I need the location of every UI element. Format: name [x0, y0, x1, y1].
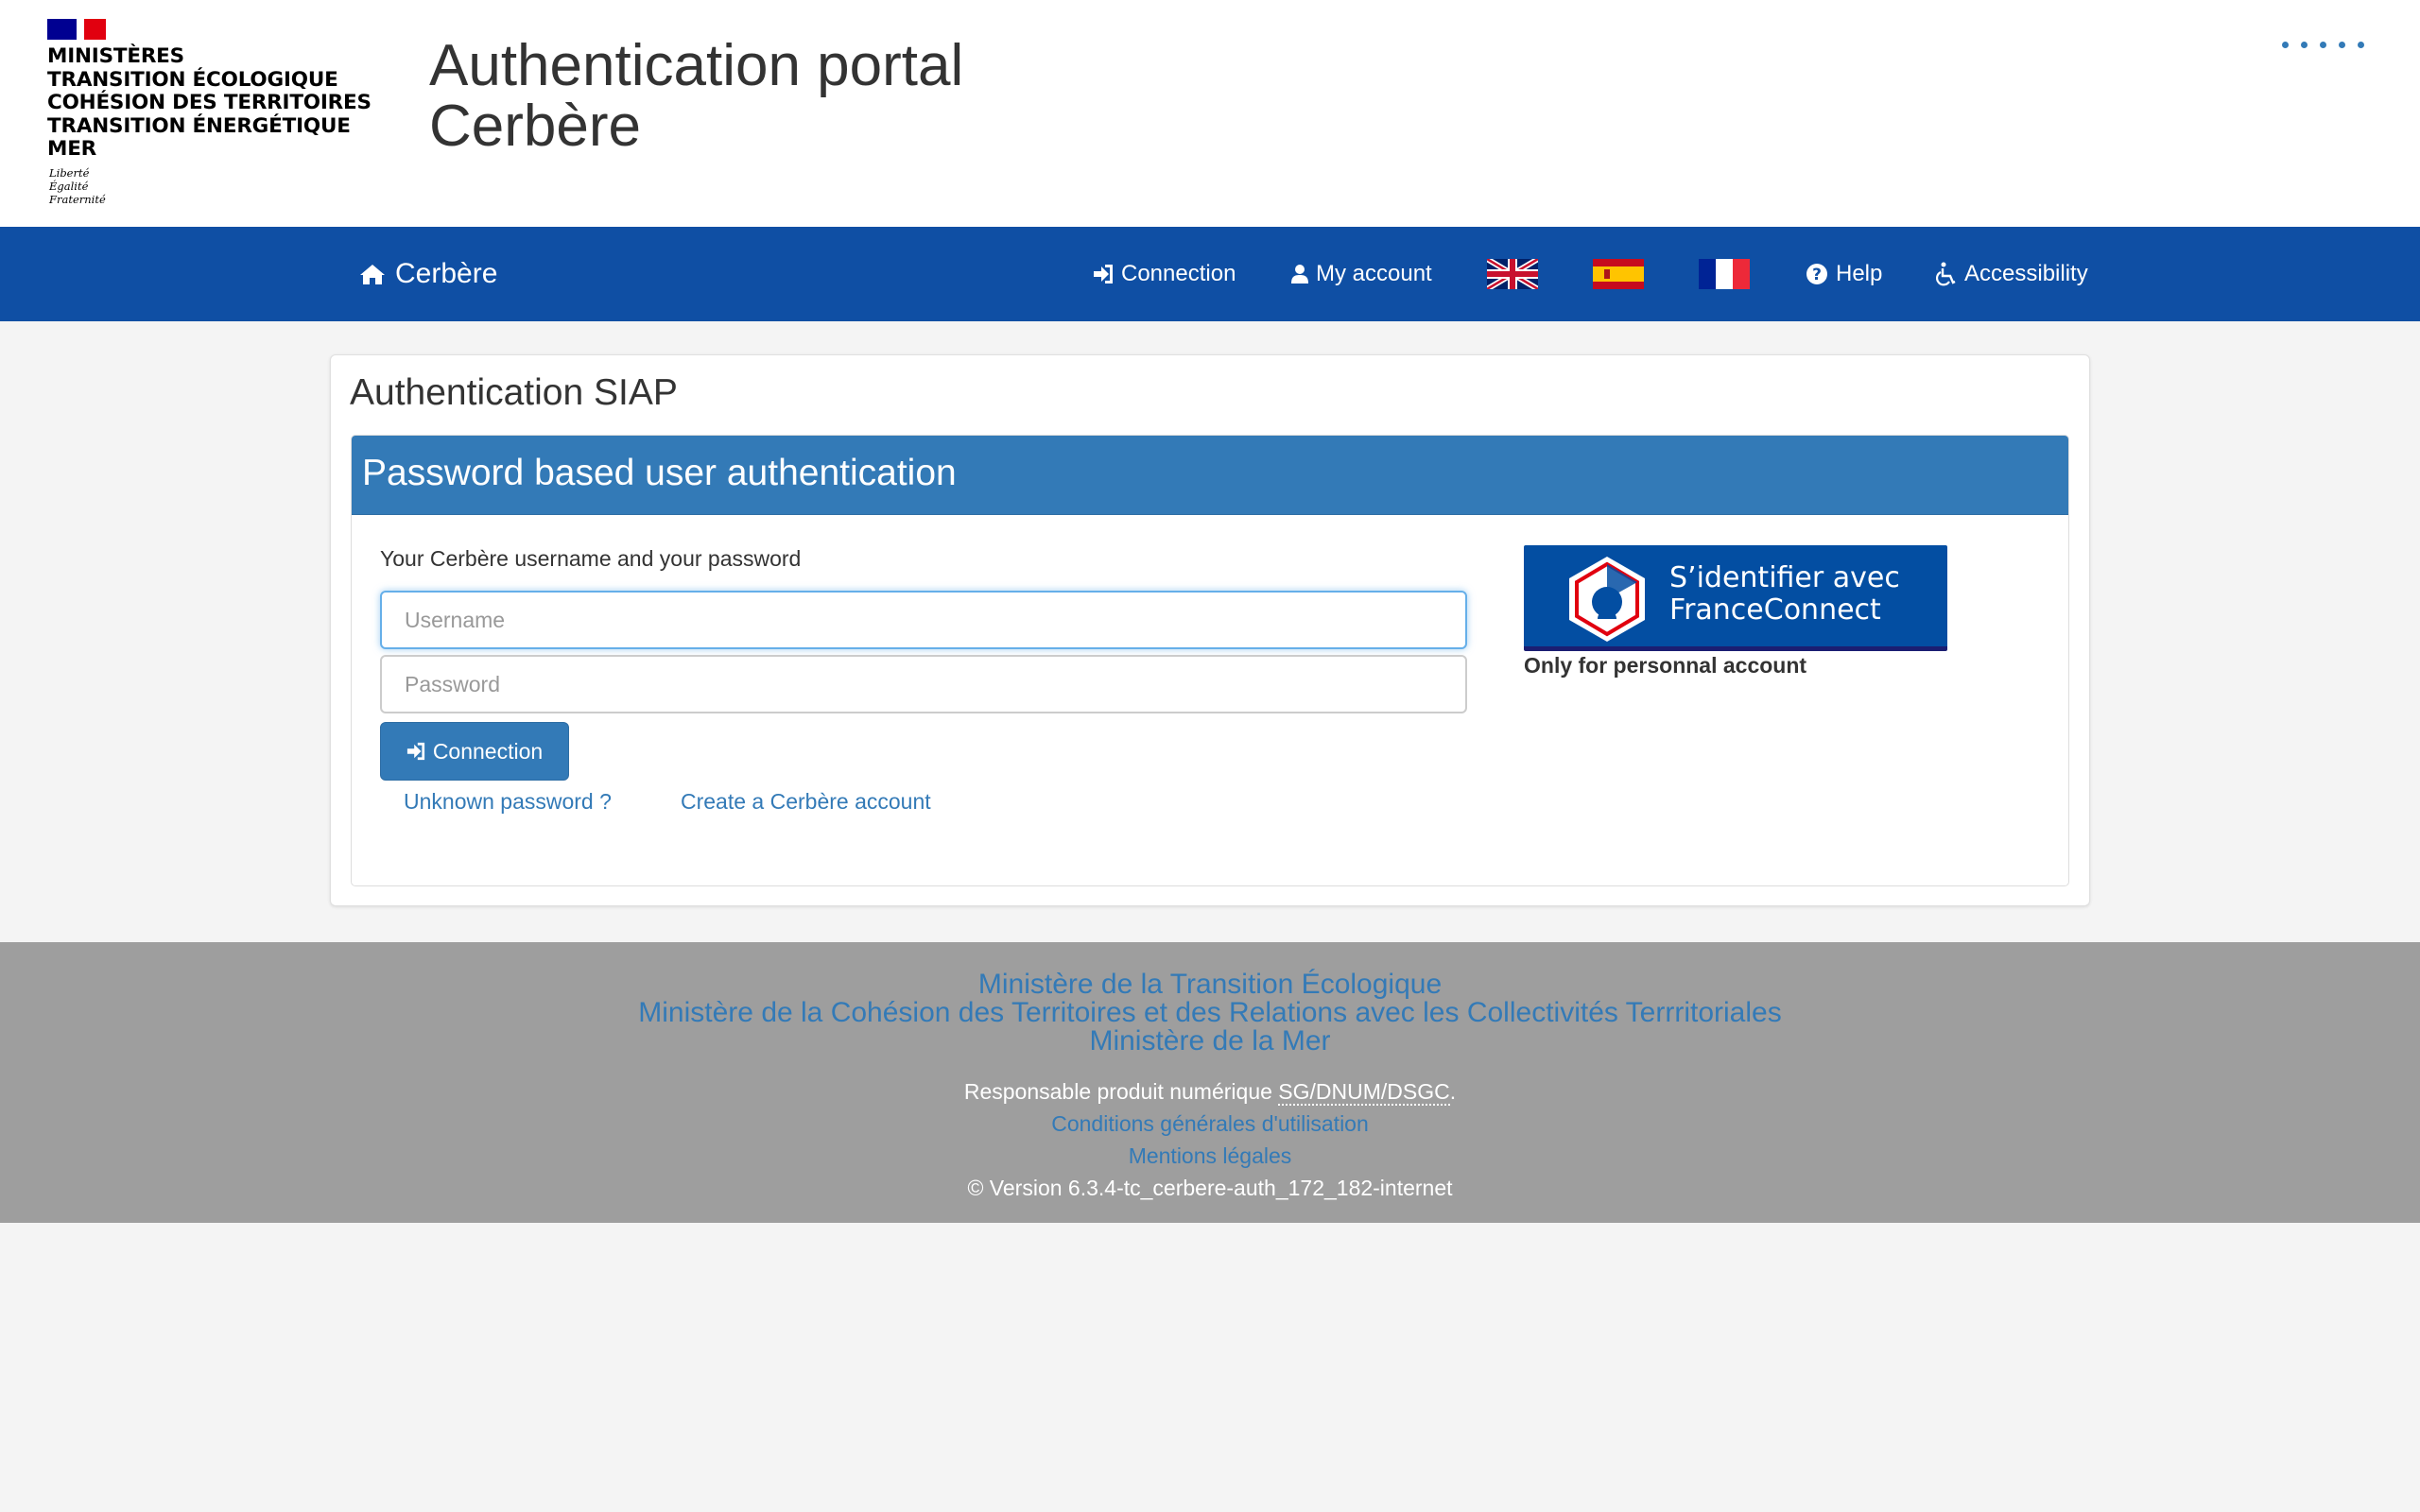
product-owner-line: Responsable produit numérique SG/DNUM/DS…: [963, 1079, 1457, 1106]
franceconnect-note: Only for personnal account: [1524, 653, 1807, 678]
connection-button[interactable]: Connection: [380, 722, 569, 781]
site-header: MINISTÈRES TRANSITION ÉCOLOGIQUE COHÉSIO…: [0, 0, 2420, 227]
ministry-link-cohesion-territoires[interactable]: Ministère de la Cohésion des Territoires…: [0, 999, 2420, 1027]
terms-of-use-link[interactable]: Conditions générales d'utilisation: [0, 1111, 2420, 1137]
franceconnect-logo-icon: [1564, 553, 1651, 645]
legal-notice-link[interactable]: Mentions légales: [0, 1143, 2420, 1169]
nav-accessibility-label: Accessibility: [1964, 261, 2088, 286]
nav-help-label: Help: [1836, 261, 1883, 286]
nav-help-link[interactable]: ? Help: [1806, 227, 1882, 321]
product-owner-abbr: SG/DNUM/DSGC: [1278, 1079, 1450, 1106]
page-title: Authentication portal Cerbère: [429, 33, 964, 159]
nav-my-account-link[interactable]: My account: [1291, 227, 1432, 321]
username-input[interactable]: [380, 591, 1467, 649]
nav-my-account-label: My account: [1316, 261, 1432, 286]
question-circle-icon: ?: [1806, 263, 1828, 285]
connection-button-label: Connection: [432, 738, 544, 764]
main-card: Authentication SIAP Password based user …: [330, 354, 2090, 906]
ministries-list: Ministère de la Transition Écologique Mi…: [0, 971, 2420, 1056]
nav-connection-link[interactable]: Connection: [1093, 227, 1236, 321]
unknown-password-link[interactable]: Unknown password ?: [404, 789, 612, 815]
svg-text:?: ?: [1812, 266, 1822, 284]
home-icon: [359, 263, 386, 285]
create-account-link[interactable]: Create a Cerbère account: [681, 789, 931, 815]
nav-connection-label: Connection: [1121, 261, 1236, 286]
sign-in-icon: [1093, 264, 1114, 284]
auth-panel: Password based user authentication Your …: [351, 435, 2069, 886]
franceconnect-label: S’identifier avec FranceConnect: [1669, 561, 1900, 627]
wheelchair-icon: [1936, 262, 1957, 286]
user-icon: [1291, 264, 1308, 284]
main-navbar: Cerbère Connection My account ? Help Acc…: [0, 227, 2420, 321]
more-options-dots-icon[interactable]: [2282, 42, 2364, 48]
english-flag-icon[interactable]: [1485, 256, 1540, 292]
nav-home-link[interactable]: Cerbère: [359, 227, 497, 321]
franceconnect-button[interactable]: S’identifier avec FranceConnect: [1524, 545, 1947, 651]
ministry-link-mer[interactable]: Ministère de la Mer: [0, 1027, 2420, 1056]
ministry-link-transition-ecologique[interactable]: Ministère de la Transition Écologique: [0, 971, 2420, 999]
auth-panel-heading: Password based user authentication: [352, 436, 2068, 515]
nav-accessibility-link[interactable]: Accessibility: [1936, 227, 2088, 321]
password-input[interactable]: [380, 655, 1467, 713]
spanish-flag-icon[interactable]: [1593, 259, 1644, 289]
republic-motto: Liberté Égalité Fraternité: [49, 166, 106, 206]
french-flag-icon[interactable]: [1699, 259, 1750, 289]
auth-panel-title: Password based user authentication: [362, 453, 957, 493]
ministry-logo[interactable]: MINISTÈRES TRANSITION ÉCOLOGIQUE COHÉSIO…: [47, 19, 388, 213]
marianne-flag-icon: [47, 19, 106, 40]
authentication-title: Authentication SIAP: [350, 372, 678, 413]
ministry-name: MINISTÈRES TRANSITION ÉCOLOGIQUE COHÉSIO…: [47, 44, 372, 161]
sign-in-icon: [406, 742, 425, 761]
version-info: © Version 6.3.4-tc_cerbere-auth_172_182-…: [967, 1176, 1453, 1200]
nav-brand-label: Cerbère: [395, 258, 498, 289]
site-footer: Ministère de la Transition Écologique Mi…: [0, 942, 2420, 1223]
form-instructions: Your Cerbère username and your password: [380, 546, 802, 571]
